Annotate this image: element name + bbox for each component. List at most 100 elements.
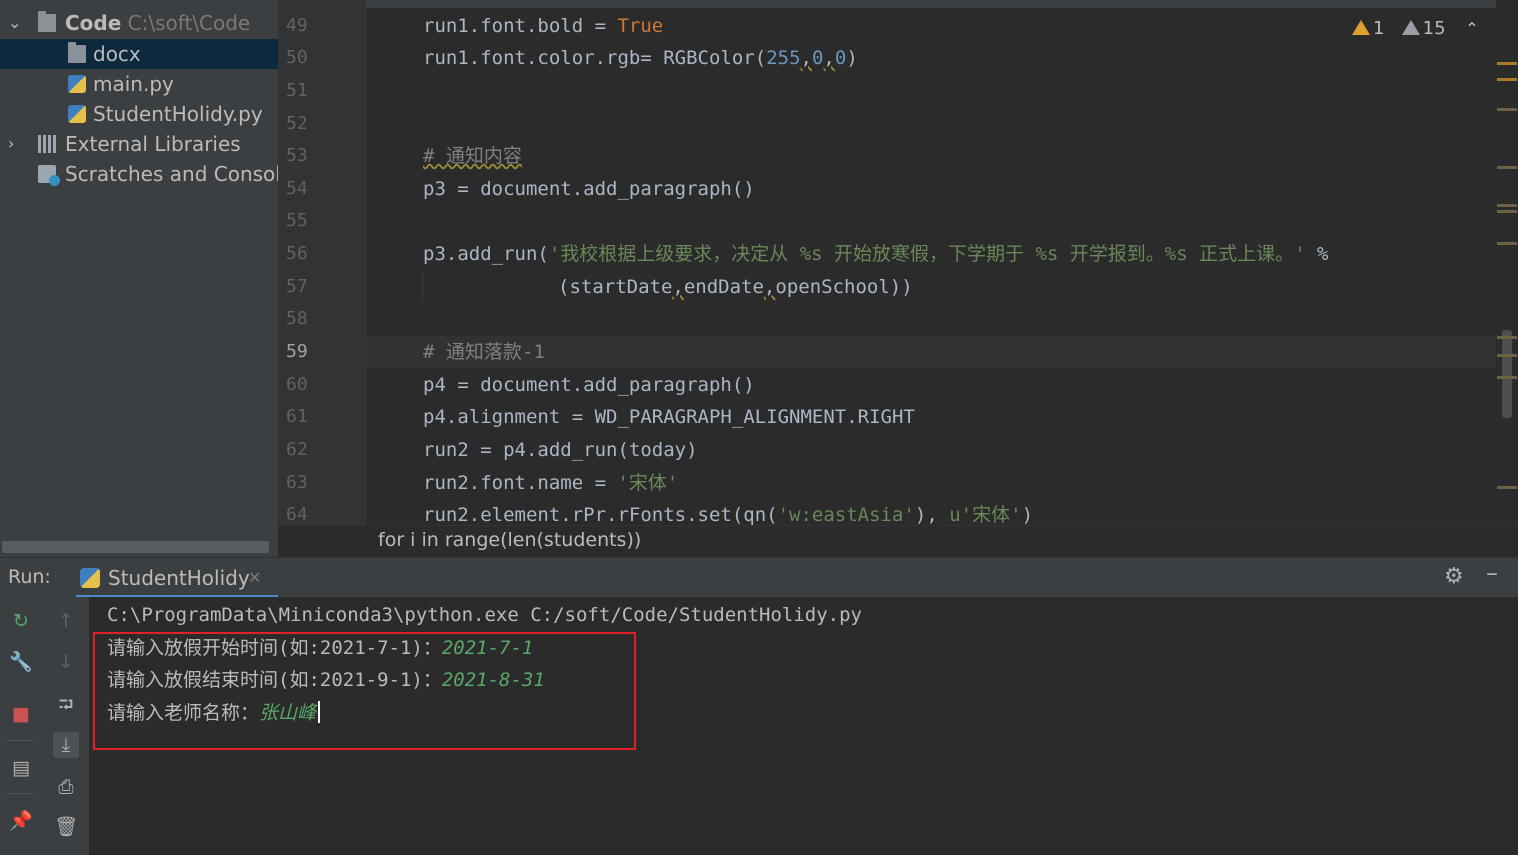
- line-number: 54: [286, 178, 308, 199]
- pin-icon[interactable]: 📌: [8, 808, 34, 834]
- stop-icon[interactable]: ■: [8, 701, 34, 727]
- warning-marker[interactable]: [1497, 62, 1517, 65]
- run-label: Run:: [8, 566, 51, 588]
- warning-marker[interactable]: [1497, 354, 1517, 357]
- warning-marker[interactable]: [1497, 78, 1517, 81]
- line-number: 57: [286, 276, 308, 297]
- warning-marker[interactable]: [1497, 242, 1517, 245]
- tree-item-label: main.py: [93, 72, 174, 96]
- folder-icon: [68, 42, 86, 63]
- tree-item-external-libraries[interactable]: › External Libraries: [0, 129, 278, 159]
- tree-item-label: Scratches and Consoles: [65, 162, 278, 186]
- tree-item-label: docx: [93, 42, 141, 66]
- run-console[interactable]: C:\ProgramData\Miniconda3\python.exe C:/…: [89, 597, 1518, 855]
- trash-icon[interactable]: 🗑: [53, 814, 79, 840]
- highlight-annotation-box: [93, 632, 636, 750]
- indent-guide: [422, 272, 423, 302]
- console-command: C:\ProgramData\Miniconda3\python.exe C:/…: [107, 604, 862, 626]
- run-tab-label: StudentHolidy: [108, 566, 250, 590]
- python-icon: [80, 568, 100, 588]
- tree-root-path: C:\soft\Code: [127, 11, 251, 35]
- tree-item-scratches[interactable]: Scratches and Consoles: [0, 159, 278, 189]
- weak-warning-count: 15: [1422, 18, 1446, 39]
- up-arrow-icon[interactable]: ↑: [53, 608, 79, 634]
- inspection-widget[interactable]: 1 15 ⌃ ⌄: [1352, 16, 1512, 42]
- line-number: 62: [286, 439, 308, 460]
- scratches-icon: [38, 165, 60, 186]
- warning-marker[interactable]: [1497, 108, 1517, 111]
- line-number: 51: [286, 80, 308, 101]
- line-number: 49: [286, 15, 308, 36]
- chevron-up-icon[interactable]: ⌃: [1465, 16, 1478, 42]
- code-line-49[interactable]: run1.font.bold = True: [423, 10, 663, 42]
- layout-icon[interactable]: ▤: [8, 755, 34, 781]
- line-number: 60: [286, 374, 308, 395]
- divider: [6, 793, 34, 794]
- code-editor[interactable]: run1.font.bold = True run1.font.color.rg…: [366, 0, 1496, 525]
- line-number: 61: [286, 406, 308, 427]
- tree-root-label: Code: [65, 11, 122, 35]
- project-tool-window: ⌄ Code C:\soft\Code docx main.py Student…: [0, 0, 278, 557]
- wrench-icon[interactable]: 🔧: [8, 649, 34, 675]
- warning-marker[interactable]: [1497, 486, 1517, 489]
- warning-marker[interactable]: [1497, 376, 1517, 379]
- line-number: 53: [286, 145, 308, 166]
- chevron-right-icon[interactable]: ›: [8, 129, 14, 159]
- code-line-59[interactable]: # 通知落款-1: [423, 336, 545, 368]
- code-line-53[interactable]: # 通知内容: [423, 140, 522, 172]
- rerun-icon[interactable]: ↻: [8, 608, 34, 634]
- line-number: 56: [286, 243, 308, 264]
- breadcrumb[interactable]: for i in range(len(students)): [278, 525, 1518, 558]
- run-toolbar: ↻ ↑ 🔧 ↓ ⮒ ■ ⤓ ▤ ⎙ 📌 🗑: [0, 597, 89, 855]
- line-number-current: 59: [286, 341, 308, 362]
- code-line-56[interactable]: p3.add_run('我校根据上级要求，决定从 %s 开始放寒假，下学期于 %…: [423, 238, 1328, 270]
- error-stripe[interactable]: [1496, 0, 1518, 525]
- warning-marker[interactable]: [1497, 336, 1517, 339]
- divider: [6, 740, 34, 741]
- code-line-64[interactable]: run2.element.rPr.rFonts.set(qn('w:eastAs…: [423, 499, 1033, 525]
- warning-icon: [1352, 20, 1370, 35]
- code-line-63[interactable]: run2.font.name = '宋体': [423, 467, 678, 499]
- python-file-icon: [68, 75, 86, 93]
- line-number: 50: [286, 47, 308, 68]
- breadcrumb-item[interactable]: for i in range(len(students)): [378, 529, 641, 551]
- run-tab-studentholidy[interactable]: StudentHolidy ✕: [60, 558, 278, 598]
- tree-item-label: StudentHolidy.py: [93, 102, 263, 126]
- print-icon[interactable]: ⎙: [53, 774, 79, 800]
- folder-icon: [38, 11, 56, 32]
- line-number: 55: [286, 210, 308, 231]
- weak-warning-icon: [1401, 20, 1420, 35]
- line-number-gutter: 49 50 51 52 53 54 55 56 57 58 59 60 61 6…: [278, 0, 366, 525]
- tree-item-label: External Libraries: [65, 132, 241, 156]
- run-tool-window-header: Run: StudentHolidy ✕ ⚙ –: [0, 557, 1518, 598]
- code-line-57[interactable]: (startDate,endDate,openSchool)): [558, 271, 913, 303]
- tree-root-code[interactable]: ⌄ Code C:\soft\Code: [0, 8, 278, 38]
- down-arrow-icon[interactable]: ↓: [53, 649, 79, 675]
- code-line-62[interactable]: run2 = p4.add_run(today): [423, 434, 698, 466]
- code-line-50[interactable]: run1.font.color.rgb= RGBColor(255,0,0): [423, 42, 858, 74]
- chevron-down-icon[interactable]: ⌄: [8, 8, 21, 38]
- python-file-icon: [68, 105, 86, 123]
- warning-marker[interactable]: [1497, 210, 1517, 213]
- horizontal-scrollbar[interactable]: [2, 541, 269, 553]
- warning-count: 1: [1373, 18, 1385, 39]
- line-number: 63: [286, 472, 308, 493]
- line-number: 58: [286, 308, 308, 329]
- tree-item-main-py[interactable]: main.py: [0, 69, 278, 99]
- editor-tab-strip: [366, 0, 1496, 8]
- scroll-to-end-icon[interactable]: ⤓: [53, 732, 79, 758]
- tree-item-studentholidy-py[interactable]: StudentHolidy.py: [0, 99, 278, 129]
- library-icon: [38, 135, 56, 153]
- warning-marker[interactable]: [1497, 166, 1517, 169]
- tree-item-docx[interactable]: docx: [0, 39, 278, 69]
- line-number: 52: [286, 113, 308, 134]
- code-line-60[interactable]: p4 = document.add_paragraph(): [423, 369, 755, 401]
- code-line-54[interactable]: p3 = document.add_paragraph(): [423, 173, 755, 205]
- soft-wrap-icon[interactable]: ⮒: [53, 692, 79, 718]
- code-line-61[interactable]: p4.alignment = WD_PARAGRAPH_ALIGNMENT.RI…: [423, 401, 915, 433]
- close-icon[interactable]: ✕: [248, 568, 261, 587]
- warning-marker[interactable]: [1497, 204, 1517, 207]
- vertical-scrollbar[interactable]: [1502, 330, 1512, 418]
- minimize-icon[interactable]: –: [1486, 559, 1498, 587]
- gear-icon[interactable]: ⚙: [1444, 564, 1464, 589]
